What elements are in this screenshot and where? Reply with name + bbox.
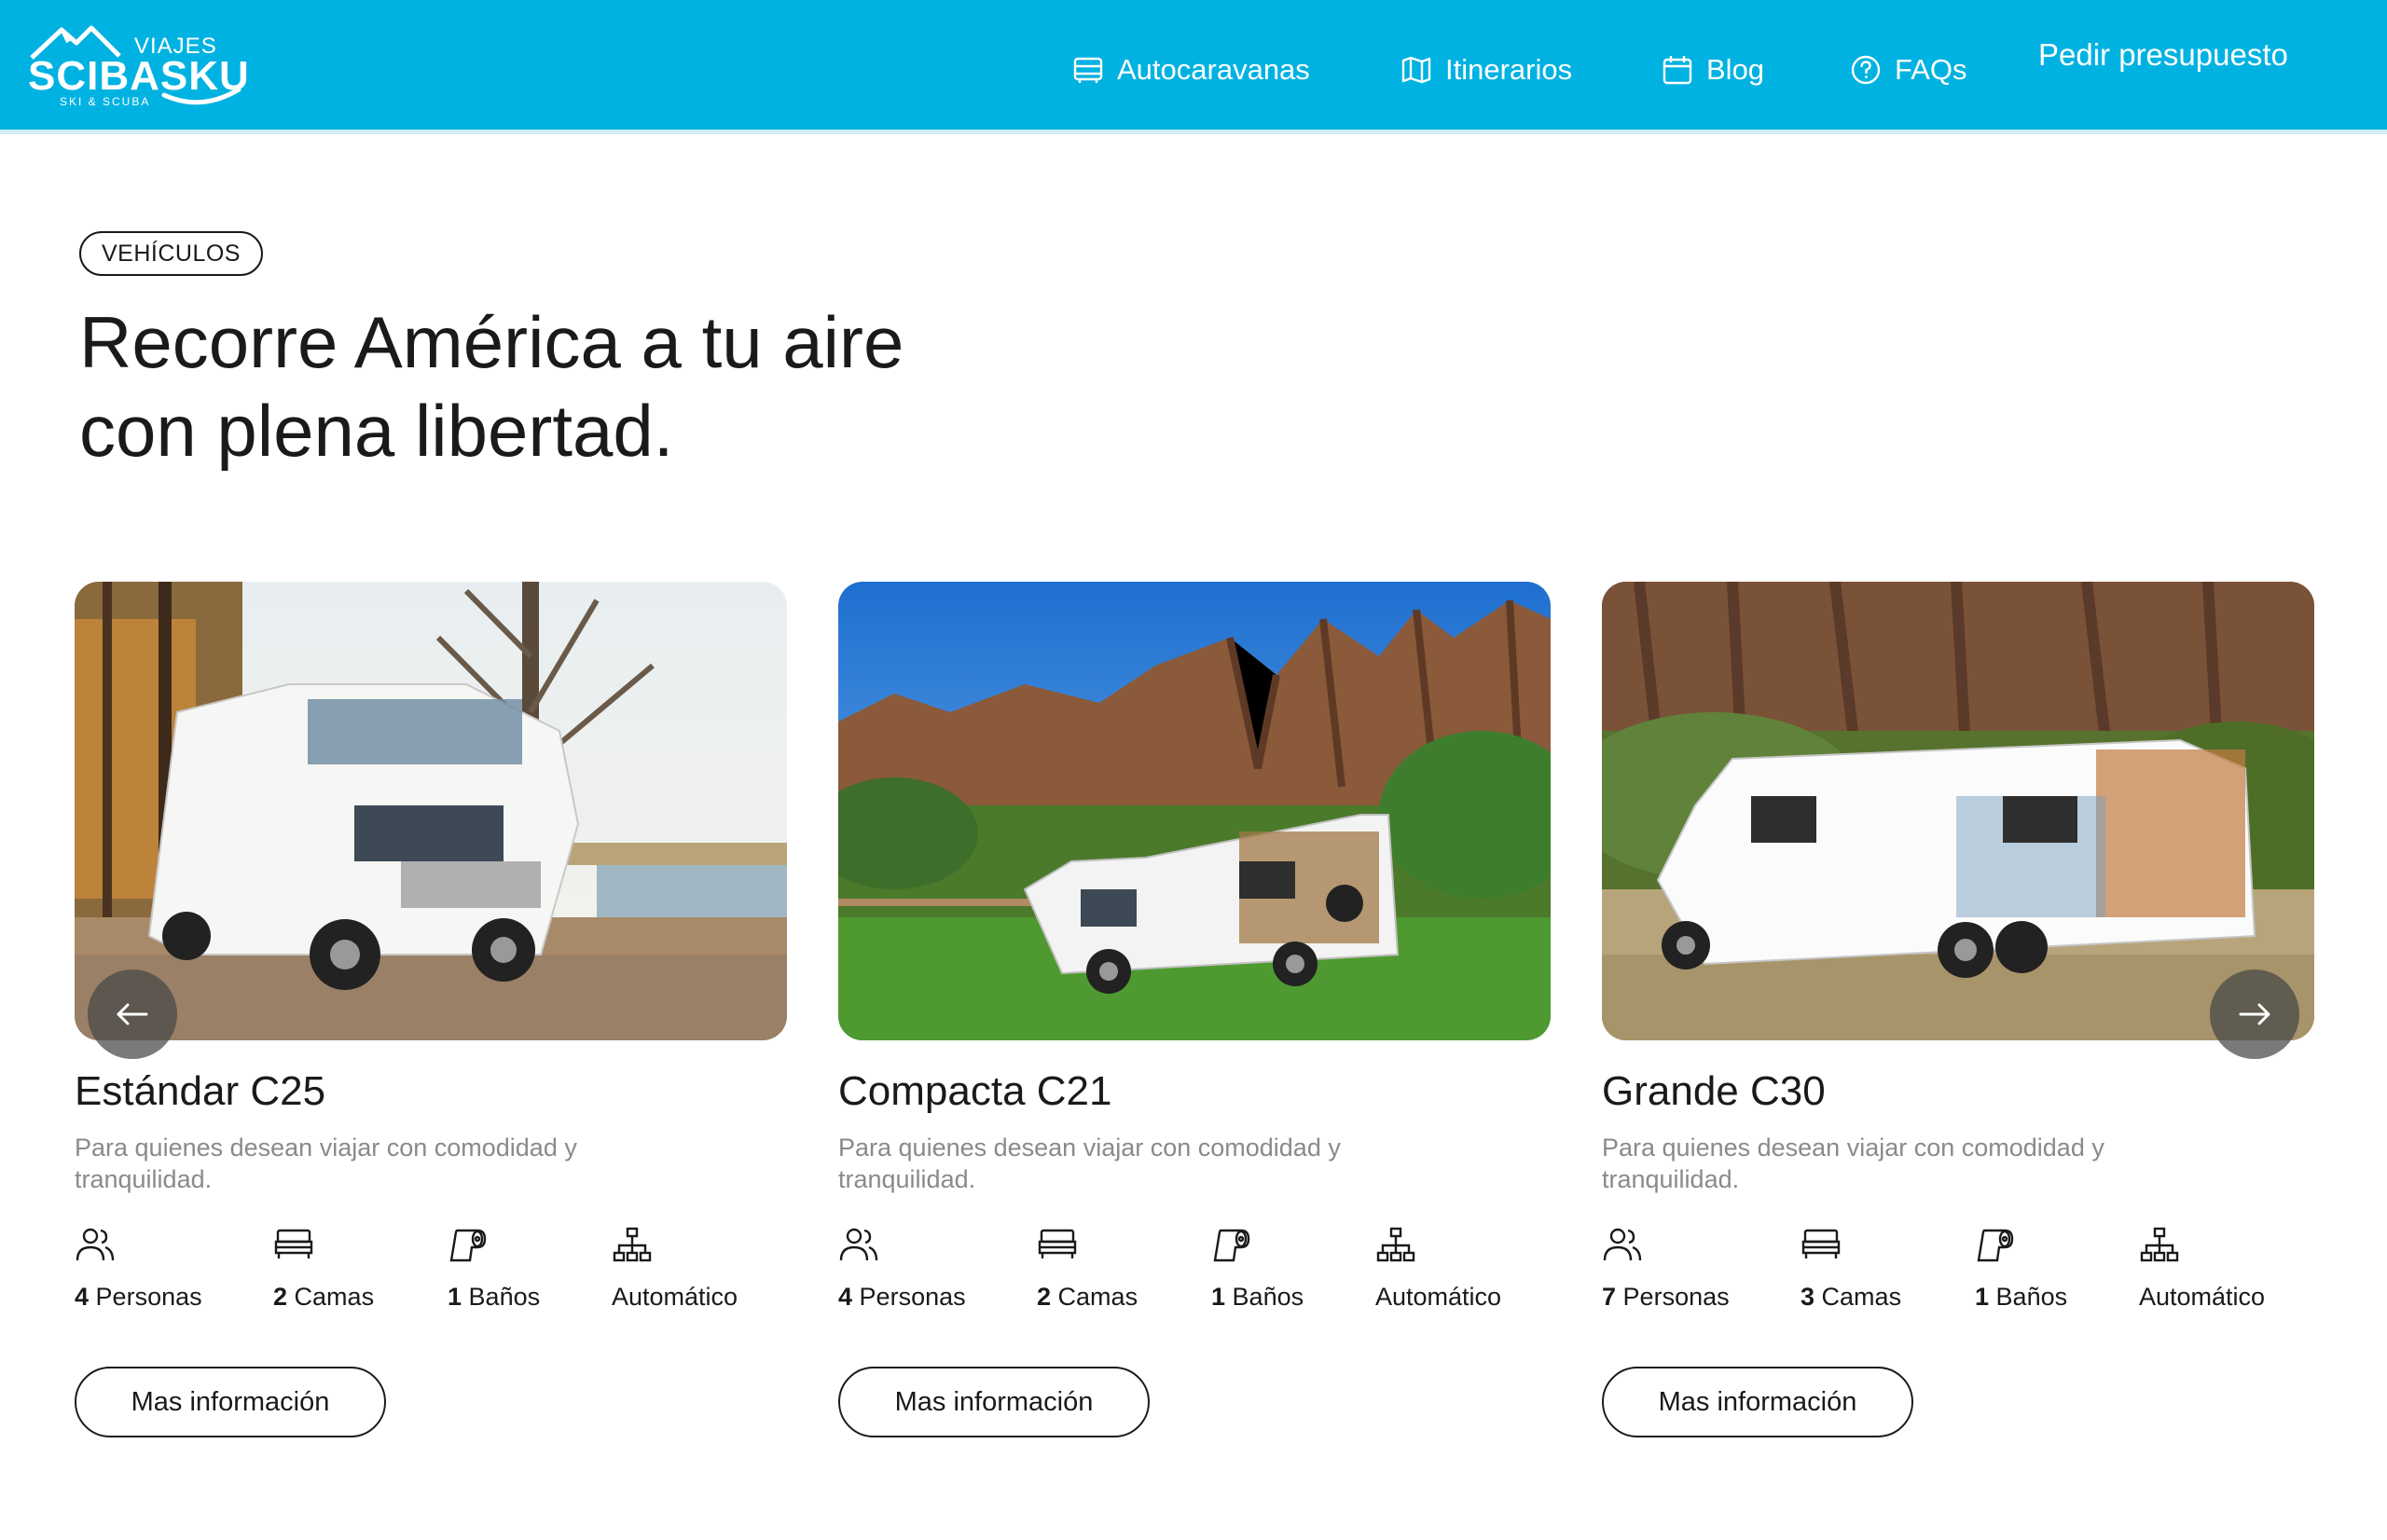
vehicle-title: Grande C30 (1602, 1068, 1826, 1114)
transmission-icon (2140, 1227, 2179, 1262)
vehicle-card: Compacta C21 Para quienes desean viajar … (838, 582, 1551, 1458)
spec-value: Automático (612, 1283, 738, 1311)
arrow-right-icon (2239, 1003, 2270, 1025)
map-icon (1399, 52, 1434, 88)
transmission-icon (1376, 1227, 1415, 1262)
spec-value: 2 Camas (1037, 1283, 1138, 1311)
spec-value: 2 Camas (273, 1283, 375, 1311)
brand-logo[interactable]: VIAJES SCIBASKU SKI & SCUBA (24, 22, 250, 110)
bed-icon (274, 1229, 313, 1258)
spec-value: 4 Personas (75, 1283, 202, 1311)
arrow-left-icon (117, 1003, 148, 1025)
page-title: Recorre América a tu aire con plena libe… (79, 298, 1105, 475)
request-quote-button[interactable]: Pedir presupuesto (2038, 37, 2288, 73)
spec-value: 4 Personas (838, 1283, 966, 1311)
nav-faqs[interactable]: FAQs (1848, 47, 1967, 93)
people-icon (76, 1228, 115, 1261)
more-info-button[interactable]: Mas información (838, 1367, 1150, 1437)
spec-value: 1 Baños (448, 1283, 541, 1311)
vehicle-title: Estándar C25 (75, 1068, 326, 1114)
vehicle-specs: 4 Personas 2 Camas 1 Baños Automático (75, 1225, 787, 1318)
brand-name: SCIBASKU (28, 53, 250, 99)
vehicle-photo[interactable] (75, 582, 787, 1040)
spec-value: 7 Personas (1602, 1283, 1730, 1311)
spec-value: Automático (1375, 1283, 1502, 1311)
help-circle-icon (1848, 52, 1883, 88)
toilet-paper-icon (1977, 1229, 2014, 1262)
vehicle-description: Para quienes desean viajar con comodidad… (1602, 1134, 2104, 1193)
site-header: VIAJES SCIBASKU SKI & SCUBA Autocaravana… (0, 0, 2387, 134)
carousel-prev-button[interactable] (88, 969, 177, 1059)
toilet-paper-icon (449, 1229, 487, 1262)
more-info-button[interactable]: Mas información (75, 1367, 386, 1437)
vehicle-specs: 4 Personas 2 Camas 1 Baños Automático (838, 1225, 1551, 1318)
calendar-icon (1660, 52, 1695, 88)
toilet-paper-icon (1213, 1229, 1250, 1262)
bed-icon (1801, 1229, 1841, 1258)
spec-value: Automático (2139, 1283, 2266, 1311)
vehicle-description: Para quienes desean viajar con comodidad… (838, 1134, 1341, 1193)
spec-value: 1 Baños (1211, 1283, 1304, 1311)
spec-value: 3 Camas (1801, 1283, 1902, 1311)
vehicle-title: Compacta C21 (838, 1068, 1112, 1114)
bed-icon (1038, 1229, 1077, 1258)
spec-value: 1 Baños (1975, 1283, 2068, 1311)
vehicle-description: Para quienes desean viajar con comodidad… (75, 1134, 577, 1193)
vehicle-specs: 7 Personas 3 Camas 1 Baños Automático (1602, 1225, 2314, 1318)
vehicle-card: Estándar C25 Para quienes desean viajar … (75, 582, 787, 1458)
nav-itinerarios[interactable]: Itinerarios (1399, 47, 1572, 93)
nav-label: Blog (1706, 53, 1765, 86)
caravan-icon (1070, 52, 1106, 88)
section-tag: VEHÍCULOS (79, 231, 263, 276)
vehicle-photo[interactable] (838, 582, 1551, 1040)
vehicle-card: Grande C30 Para quienes desean viajar co… (1602, 582, 2314, 1458)
page-title-line-1: Recorre América a tu aire (79, 301, 904, 383)
nav-label: FAQs (1895, 53, 1967, 86)
brand-tagline: SKI & SCUBA (60, 95, 151, 108)
transmission-icon (613, 1227, 652, 1262)
carousel-next-button[interactable] (2210, 969, 2299, 1059)
nav-label: Autocaravanas (1117, 53, 1310, 86)
nav-autocaravanas[interactable]: Autocaravanas (1070, 47, 1310, 93)
people-icon (839, 1228, 878, 1261)
page-title-line-2: con plena libertad. (79, 390, 674, 472)
vehicle-photo[interactable] (1602, 582, 2314, 1040)
nav-label: Itinerarios (1445, 53, 1573, 86)
more-info-button[interactable]: Mas información (1602, 1367, 1913, 1437)
people-icon (1603, 1228, 1642, 1261)
nav-blog[interactable]: Blog (1660, 47, 1764, 93)
